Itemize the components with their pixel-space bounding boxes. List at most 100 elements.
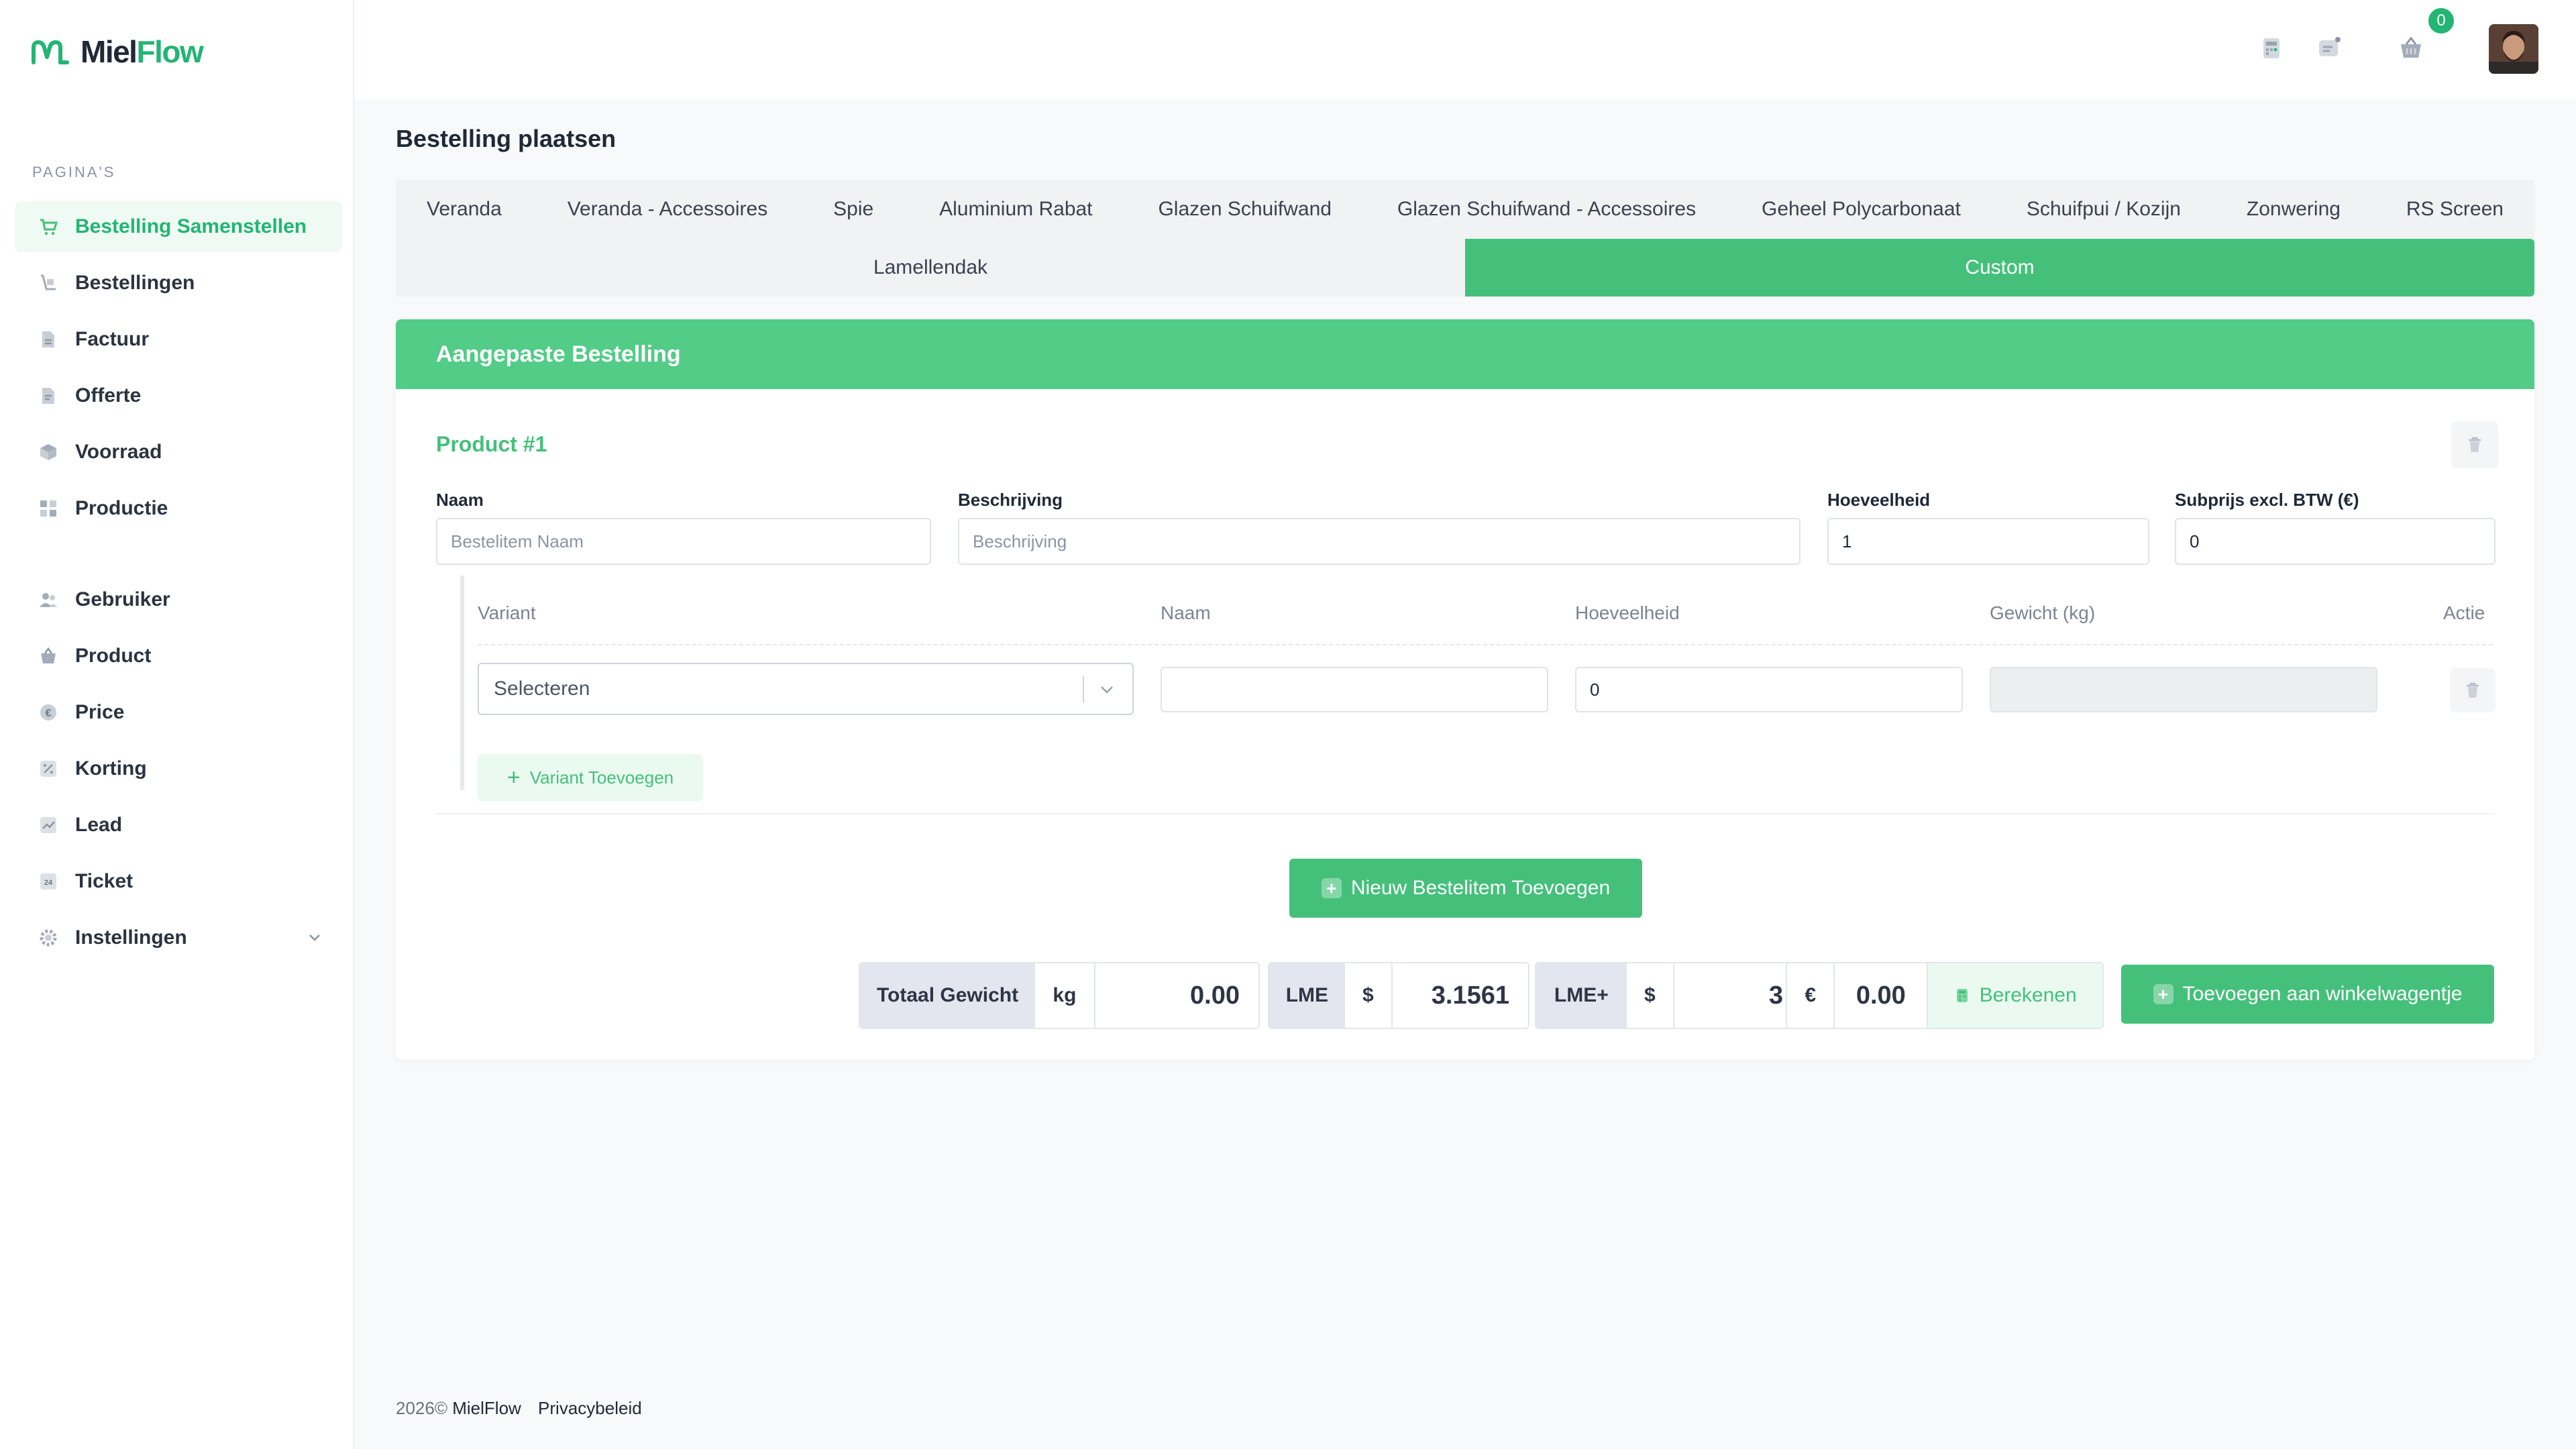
sidebar-item-label: Lead bbox=[75, 814, 123, 836]
footer: 2026© MielFlow Privacybeleid bbox=[396, 1398, 642, 1419]
card-header: Aangepaste Bestelling bbox=[396, 319, 2534, 389]
tab-rs-screen[interactable]: RS Screen bbox=[2406, 198, 2504, 221]
calculator-icon bbox=[1956, 989, 1968, 1002]
hoeveelheid-column-header: Hoeveelheid bbox=[1575, 602, 1680, 623]
section-divider bbox=[436, 813, 2494, 814]
sidebar-item-factuur[interactable]: Factuur bbox=[15, 314, 342, 365]
add-variant-button[interactable]: + Variant Toevoegen bbox=[478, 754, 703, 801]
nav-caption: PAGINA'S bbox=[32, 164, 116, 180]
variant-column-header: Variant bbox=[478, 602, 536, 623]
category-tabs: Veranda Veranda - Accessoires Spie Alumi… bbox=[396, 180, 2534, 239]
lme-plus-input[interactable] bbox=[1674, 963, 1802, 1028]
chart-icon bbox=[38, 814, 59, 836]
sidebar-item-bestelling-samenstellen[interactable]: Bestelling Samenstellen bbox=[15, 201, 342, 252]
beschrijving-input[interactable] bbox=[958, 518, 1801, 565]
brand-logo[interactable]: MielFlow bbox=[30, 34, 204, 70]
tab-schuifpui-kozijn[interactable]: Schuifpui / Kozijn bbox=[2027, 198, 2181, 221]
tab-geheel-polycarbonaat[interactable]: Geheel Polycarbonaat bbox=[1762, 198, 1961, 221]
hoeveelheid-label: Hoeveelheid bbox=[1827, 490, 1931, 510]
sidebar-item-productie[interactable]: Productie bbox=[15, 483, 342, 534]
ticket-24-icon: 24 bbox=[38, 871, 59, 892]
sidebar-item-label: Offerte bbox=[75, 384, 142, 407]
tab-custom[interactable]: Custom bbox=[1465, 239, 2534, 297]
naam-input[interactable] bbox=[436, 518, 931, 565]
sidebar-item-product[interactable]: Product bbox=[15, 631, 342, 682]
privacy-link[interactable]: Privacybeleid bbox=[538, 1398, 642, 1418]
add-to-cart-label: Toevoegen aan winkelwagentje bbox=[2182, 983, 2463, 1005]
basket-icon bbox=[38, 645, 59, 667]
box-icon bbox=[38, 441, 59, 463]
tab-glazen-schuifwand[interactable]: Glazen Schuifwand bbox=[1158, 198, 1332, 221]
tab-veranda-accessoires[interactable]: Veranda - Accessoires bbox=[568, 198, 768, 221]
tab-spie[interactable]: Spie bbox=[833, 198, 873, 221]
price-value: 0.00 bbox=[1856, 981, 1906, 1010]
lme-label: LME bbox=[1269, 963, 1345, 1028]
tab-veranda[interactable]: Veranda bbox=[427, 198, 502, 221]
plus-icon: + bbox=[2153, 984, 2174, 1004]
sidebar-item-label: Instellingen bbox=[75, 926, 187, 949]
cart-count-badge: 0 bbox=[2426, 5, 2457, 36]
plus-icon: + bbox=[506, 765, 521, 790]
shopping-cart-icon[interactable] bbox=[2398, 35, 2424, 62]
notifications-icon[interactable] bbox=[2316, 35, 2343, 62]
add-variant-label: Variant Toevoegen bbox=[529, 767, 674, 788]
new-order-item-label: Nieuw Bestelitem Toevoegen bbox=[1350, 877, 1611, 899]
lme-input[interactable] bbox=[1393, 963, 1528, 1028]
trash-icon bbox=[2469, 437, 2481, 452]
footer-brand[interactable]: MielFlow bbox=[452, 1398, 521, 1418]
footer-year: 2026© bbox=[396, 1398, 447, 1418]
brand-name-part1: Miel bbox=[80, 34, 138, 69]
delete-product-button[interactable] bbox=[2451, 421, 2498, 468]
calculate-button[interactable]: Berekenen bbox=[1927, 963, 2102, 1028]
avatar[interactable] bbox=[2489, 24, 2538, 74]
plus-icon: + bbox=[1321, 878, 1342, 898]
add-to-cart-button[interactable]: + Toevoegen aan winkelwagentje bbox=[2121, 965, 2494, 1024]
subprijs-label: Subprijs excl. BTW (€) bbox=[2175, 490, 2359, 510]
new-order-item-button[interactable]: + Nieuw Bestelitem Toevoegen bbox=[1289, 859, 1642, 918]
total-weight-group: Totaal Gewicht kg 0.00 bbox=[859, 962, 1260, 1029]
logo-icon bbox=[32, 40, 69, 64]
sidebar-item-lead[interactable]: Lead bbox=[15, 800, 342, 851]
percent-icon bbox=[38, 758, 59, 780]
sidebar-item-offerte[interactable]: Offerte bbox=[15, 370, 342, 421]
variant-select[interactable]: Selecteren bbox=[478, 663, 1134, 715]
sidebar-item-label: Ticket bbox=[75, 870, 133, 892]
category-tabs-row2: Lamellendak Custom bbox=[396, 239, 2534, 297]
price-group: € 0.00 Berekenen bbox=[1786, 962, 2104, 1029]
sidebar-item-price[interactable]: € Price bbox=[15, 687, 342, 738]
lme-plus-label: LME+ bbox=[1536, 963, 1627, 1028]
variant-naam-input[interactable] bbox=[1161, 667, 1548, 712]
variant-table: Variant Naam Hoeveelheid Gewicht (kg) Ac… bbox=[460, 576, 2496, 801]
tab-lamellendak[interactable]: Lamellendak bbox=[396, 239, 1465, 297]
sidebar-item-label: Productie bbox=[75, 497, 168, 519]
quote-icon bbox=[38, 385, 59, 407]
tab-aluminium-rabat[interactable]: Aluminium Rabat bbox=[939, 198, 1092, 221]
sidebar-item-bestellingen[interactable]: Bestellingen bbox=[15, 258, 342, 309]
svg-text:24: 24 bbox=[44, 879, 53, 887]
total-weight-value: 0.00 bbox=[1190, 981, 1240, 1010]
hoeveelheid-input[interactable] bbox=[1827, 518, 2149, 565]
tab-zonwering[interactable]: Zonwering bbox=[2247, 198, 2341, 221]
total-weight-label: Totaal Gewicht bbox=[860, 963, 1036, 1028]
sidebar-item-gebruiker[interactable]: Gebruiker bbox=[15, 574, 342, 625]
tab-glazen-schuifwand-accessoires[interactable]: Glazen Schuifwand - Accessoires bbox=[1397, 198, 1696, 221]
calculator-icon[interactable] bbox=[2258, 35, 2285, 62]
trash-icon bbox=[2467, 682, 2479, 698]
lme-currency: $ bbox=[1344, 963, 1393, 1028]
naam-column-header: Naam bbox=[1161, 602, 1211, 623]
variant-select-value: Selecteren bbox=[494, 678, 590, 700]
calculate-label: Berekenen bbox=[1979, 984, 2077, 1006]
variant-gewicht-input bbox=[1990, 667, 2377, 712]
sidebar-item-voorraad[interactable]: Voorraad bbox=[15, 427, 342, 478]
variant-hoeveelheid-input[interactable] bbox=[1575, 667, 1963, 712]
subprijs-input[interactable] bbox=[2175, 518, 2496, 565]
sidebar-item-korting[interactable]: Korting bbox=[15, 743, 342, 794]
sidebar-item-label: Bestellingen bbox=[75, 272, 195, 294]
sidebar-item-label: Voorraad bbox=[75, 441, 162, 463]
sidebar-item-label: Bestelling Samenstellen bbox=[75, 215, 307, 237]
sidebar-item-ticket[interactable]: 24 Ticket bbox=[15, 856, 342, 907]
delete-variant-button[interactable] bbox=[2450, 668, 2496, 712]
sidebar-item-instellingen[interactable]: Instellingen bbox=[15, 912, 342, 963]
sidebar-item-label: Gebruiker bbox=[75, 588, 170, 610]
settings-icon bbox=[38, 927, 59, 949]
